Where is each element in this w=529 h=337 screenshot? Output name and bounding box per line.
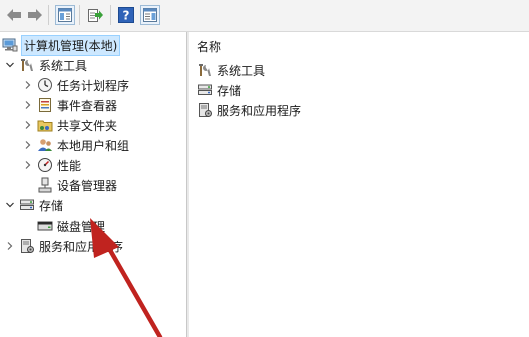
tree-item-label: 事件查看器 [57, 98, 118, 113]
help-button[interactable]: ? [116, 5, 136, 25]
list-item-system-tools[interactable]: 系统工具 [197, 60, 265, 80]
tree-item-task-scheduler[interactable]: 任务计划程序 [22, 75, 129, 95]
chevron-right-icon[interactable] [22, 139, 34, 151]
results-pane: 名称 系统工具 存储 服务和应用程序 [189, 32, 529, 337]
tree-item-performance[interactable]: 性能 [22, 155, 81, 175]
tree-item-label: 存储 [39, 198, 64, 213]
tree-item-computer-management[interactable]: 计算机管理(本地) [2, 34, 121, 56]
tree-item-services-applications[interactable]: 服务和应用程序 [4, 236, 123, 256]
list-item-label: 系统工具 [217, 63, 266, 78]
export-list-button[interactable] [85, 5, 105, 25]
list-item-label: 服务和应用程序 [217, 103, 302, 118]
device-manager-icon [37, 177, 53, 193]
list-item-label: 存储 [217, 83, 242, 98]
tree-item-label: 性能 [57, 158, 82, 173]
chevron-right-icon[interactable] [4, 240, 16, 252]
tree-item-label: 服务和应用程序 [39, 239, 124, 254]
chevron-right-icon[interactable] [22, 159, 34, 171]
list-item-services-applications[interactable]: 服务和应用程序 [197, 100, 301, 120]
chevron-down-icon[interactable] [4, 199, 16, 211]
action-pane-icon [143, 8, 157, 22]
toolbar-separator [110, 5, 111, 25]
tree-item-local-users-groups[interactable]: 本地用户和组 [22, 135, 129, 155]
show-hide-action-pane-button[interactable] [140, 5, 160, 25]
tools-icon [197, 62, 213, 78]
computer-management-icon [2, 37, 18, 53]
tree-item-label: 计算机管理(本地) [20, 34, 121, 56]
tree-item-label: 磁盘管理 [57, 219, 106, 234]
chevron-right-icon[interactable] [22, 119, 34, 131]
show-hide-console-tree-button[interactable] [55, 5, 75, 25]
users-icon [37, 137, 53, 153]
list-item-storage[interactable]: 存储 [197, 80, 241, 100]
tree-item-label: 系统工具 [39, 58, 88, 73]
services-icon [197, 102, 213, 118]
arrow-left-icon [7, 9, 21, 21]
column-header-name[interactable]: 名称 [197, 38, 221, 55]
shared-folder-icon [37, 117, 53, 133]
chevron-right-icon[interactable] [22, 99, 34, 111]
tree-item-storage[interactable]: 存储 [4, 195, 63, 215]
tree-item-label: 设备管理器 [57, 178, 118, 193]
console-tree-icon [58, 8, 72, 22]
back-button[interactable] [4, 5, 24, 25]
tools-icon [19, 57, 35, 73]
storage-icon [197, 82, 213, 98]
tree-item-disk-management[interactable]: 磁盘管理 [37, 216, 105, 236]
event-log-icon [37, 97, 53, 113]
tree-item-device-manager[interactable]: 设备管理器 [37, 175, 117, 195]
storage-icon [19, 197, 35, 213]
tree-item-event-viewer[interactable]: 事件查看器 [22, 95, 117, 115]
tree-item-label: 共享文件夹 [57, 118, 118, 133]
tree-item-system-tools[interactable]: 系统工具 [4, 55, 87, 75]
help-icon: ? [118, 7, 134, 23]
tree-item-label: 本地用户和组 [57, 138, 130, 153]
performance-icon [37, 157, 53, 173]
toolbar: ? [0, 0, 529, 32]
disk-icon [37, 218, 53, 234]
tree-item-label: 任务计划程序 [57, 78, 130, 93]
svg-text:?: ? [123, 9, 130, 23]
export-list-icon [88, 9, 103, 22]
arrow-right-icon [28, 9, 42, 21]
toolbar-separator [79, 5, 80, 25]
clock-icon [37, 77, 53, 93]
services-icon [19, 238, 35, 254]
tree-item-shared-folders[interactable]: 共享文件夹 [22, 115, 117, 135]
forward-button[interactable] [25, 5, 45, 25]
chevron-down-icon[interactable] [4, 59, 16, 71]
console-tree: 计算机管理(本地) 系统工具 任务计划程序 事件查看器 共享文件夹 本地用户和组… [0, 32, 187, 337]
toolbar-separator [48, 5, 49, 25]
chevron-right-icon[interactable] [22, 79, 34, 91]
